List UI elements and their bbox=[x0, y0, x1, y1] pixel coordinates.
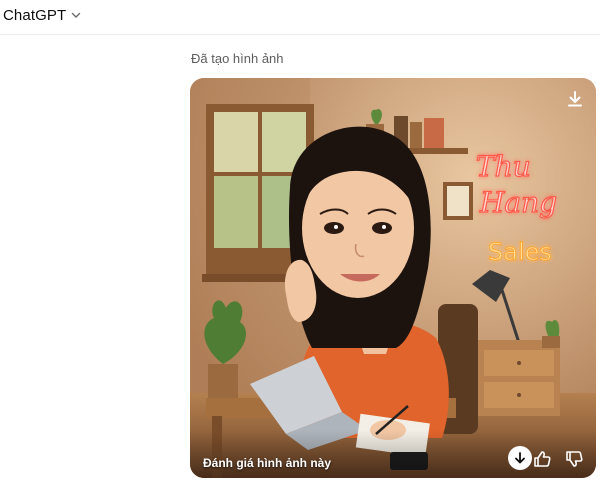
chevron-down-icon bbox=[72, 12, 81, 18]
image-status-text: Đã tạo hình ảnh bbox=[191, 51, 284, 66]
neon-text-sales: Sales bbox=[488, 238, 552, 266]
thumbs-up-icon[interactable] bbox=[531, 448, 553, 470]
generated-image[interactable]: Thu Hang Sales Đánh giá hình ảnh này bbox=[190, 78, 596, 478]
image-illustration: Thu Hang Sales bbox=[190, 78, 596, 478]
model-name: ChatGPT bbox=[3, 6, 67, 24]
neon-text-hang: Hang bbox=[479, 186, 557, 219]
scroll-down-button[interactable] bbox=[508, 446, 532, 470]
thumbs-down-icon[interactable] bbox=[563, 448, 585, 470]
download-icon[interactable] bbox=[564, 88, 586, 110]
image-rating-prompt: Đánh giá hình ảnh này bbox=[203, 456, 332, 470]
top-bar: ChatGPT bbox=[0, 0, 600, 35]
model-selector[interactable]: ChatGPT bbox=[3, 4, 81, 26]
neon-text-thu: Thu bbox=[476, 150, 531, 183]
arrow-down-icon bbox=[515, 452, 525, 464]
